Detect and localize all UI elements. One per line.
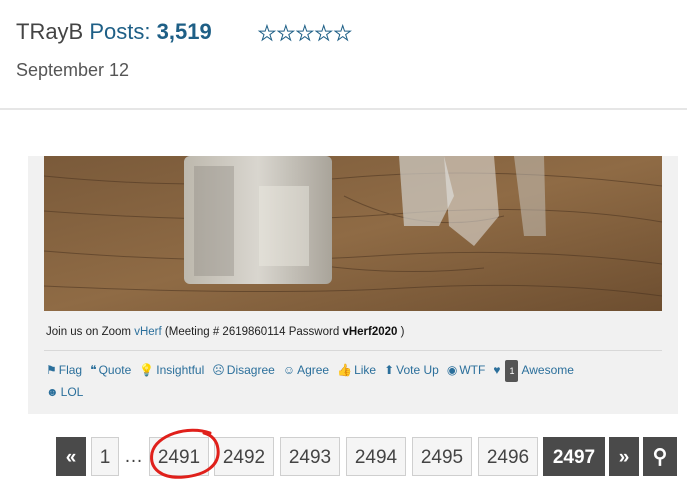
page-2496-button[interactable]: 2496 xyxy=(478,437,538,476)
wtf-icon: ◉ xyxy=(446,363,458,377)
page-2493-button[interactable]: 2493 xyxy=(280,437,340,476)
reactions-separator xyxy=(44,350,662,351)
arrow-up-icon: ⬆ xyxy=(384,363,395,377)
reaction-count-badge: 1 xyxy=(505,360,519,382)
header-divider xyxy=(0,108,687,110)
post-image[interactable] xyxy=(44,156,662,311)
reaction-disagree[interactable]: ☹ Disagree xyxy=(212,360,275,380)
meeting-password: vHerf2020 xyxy=(342,326,398,338)
posts-count: 3,519 xyxy=(156,19,212,44)
pagination-ellipsis: … xyxy=(124,446,143,467)
zoom-suffix: ) xyxy=(400,326,405,338)
reaction-agree[interactable]: ☺ Agree xyxy=(283,360,329,380)
page-2495-button[interactable]: 2495 xyxy=(412,437,472,476)
author-line: TRayB Posts: 3,519 xyxy=(16,19,212,45)
next-page-button[interactable]: » xyxy=(609,437,639,476)
post-date[interactable]: September 12 xyxy=(16,60,129,81)
reaction-wtf[interactable]: ◉ WTF xyxy=(447,360,485,380)
heart-icon: ♥ xyxy=(493,363,501,377)
zoom-signature: Join us on Zoom vHerf (Meeting # 2619860… xyxy=(46,326,404,338)
search-icon[interactable]: ⚲ xyxy=(643,437,677,476)
lightbulb-icon: 💡 xyxy=(139,363,155,377)
post-header: TRayB Posts: 3,519 ★★★★★ September 12 xyxy=(0,0,687,108)
reaction-bar: ⚑ Flag ❝ Quote 💡 Insightful ☹ Disagree ☺ Agree 👍 Li… xyxy=(46,360,656,402)
reaction-awesome[interactable]: ♥ 1 Awesome xyxy=(493,360,574,382)
reaction-insightful[interactable]: 💡 Insightful xyxy=(139,360,204,380)
author-name[interactable]: TRayB xyxy=(16,19,83,44)
wood-photo-graphic xyxy=(44,156,662,311)
laugh-icon: ☻ xyxy=(46,385,59,399)
page-1-button[interactable]: 1 xyxy=(91,437,119,476)
meeting-info: (Meeting # 2619860114 Password xyxy=(164,326,340,338)
current-page-2497[interactable]: 2497 xyxy=(543,437,605,476)
flag-icon: ⚑ xyxy=(46,363,57,377)
zoom-prefix: Join us on Zoom xyxy=(46,326,132,338)
page-2494-button[interactable]: 2494 xyxy=(346,437,406,476)
rank-stars-icon: ★★★★★ xyxy=(258,23,353,46)
frown-icon: ☹ xyxy=(212,363,225,377)
page-2492-button[interactable]: 2492 xyxy=(214,437,274,476)
reaction-lol[interactable]: ☻ LOL xyxy=(46,382,83,402)
quote-icon: ❝ xyxy=(90,363,97,377)
reaction-quote[interactable]: ❝ Quote xyxy=(90,360,131,380)
posts-label: Posts: xyxy=(89,19,151,44)
page-2491-button[interactable]: 2491 xyxy=(149,437,209,476)
vherf-link[interactable]: vHerf xyxy=(134,326,161,338)
reaction-vote-up[interactable]: ⬆ Vote Up xyxy=(384,360,439,380)
prev-page-button[interactable]: « xyxy=(56,437,86,476)
reaction-like[interactable]: 👍 Like xyxy=(337,360,376,380)
thumbs-up-icon: 👍 xyxy=(337,363,353,377)
smile-icon: ☺ xyxy=(282,363,296,377)
reaction-flag[interactable]: ⚑ Flag xyxy=(46,360,82,380)
